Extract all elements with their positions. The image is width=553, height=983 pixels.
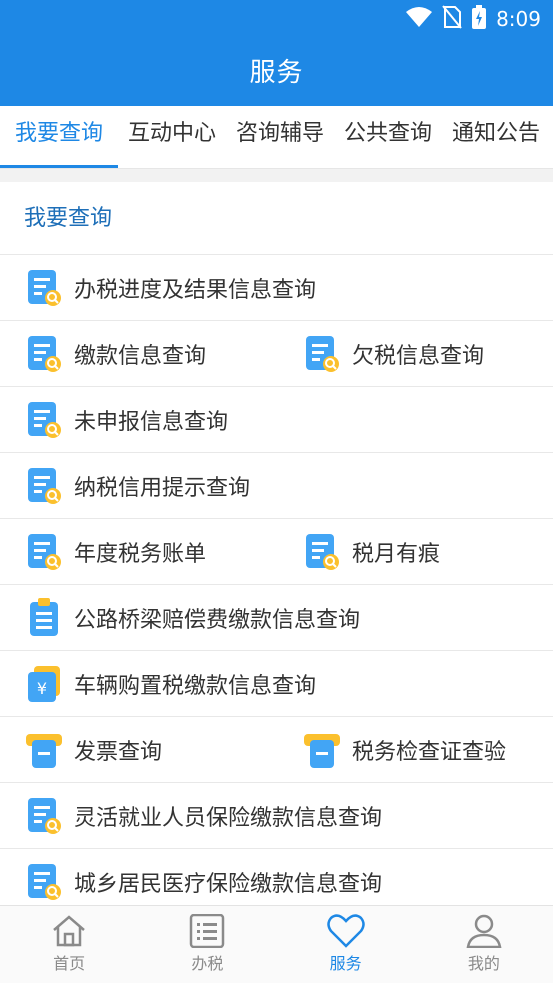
tab-consulting[interactable]: 咨询辅导 [226,106,334,168]
item-annual-tax-bill[interactable]: 年度税务账单 [26,519,206,584]
nav-home[interactable]: 首页 [0,906,138,983]
yuan-card-icon: ¥ [26,664,62,704]
item-label: 税务检查证查验 [352,739,507,765]
nav-tax[interactable]: 办税 [138,906,276,983]
item-label: 年度税务账单 [74,541,207,567]
battery-icon [472,4,487,34]
doc-search-icon [26,334,62,374]
svg-text:¥: ¥ [37,679,47,698]
nav-label: 我的 [467,954,500,973]
item-label: 发票查询 [74,739,163,765]
list-icon [189,914,225,948]
item-label: 车辆购置税缴款信息查询 [74,673,317,699]
doc-search-icon [304,334,340,374]
item-inspection-cert-verify[interactable]: 税务检查证查验 [304,717,506,782]
query-panel: 我要查询 办税进度及结果信息查询 缴款信息查询 欠税信息查询 未申报信息查询 纳… [0,182,553,906]
item-tax-arrears-query[interactable]: 欠税信息查询 [304,321,484,386]
item-label: 公路桥梁赔偿费缴款信息查询 [74,607,361,633]
list-row: 城乡居民医疗保险缴款信息查询 [0,849,553,906]
item-credit-notice-query[interactable]: 纳税信用提示查询 [26,453,250,518]
item-flexible-employment-insurance-query[interactable]: 灵活就业人员保险缴款信息查询 [26,783,382,848]
home-icon [51,914,87,948]
item-label: 纳税信用提示查询 [74,475,251,501]
tab-interaction-center[interactable]: 互动中心 [118,106,226,168]
clock-time: 8:09 [496,7,541,31]
no-sim-icon [442,4,462,34]
list-row: 办税进度及结果信息查询 [0,255,553,321]
doc-search-icon [26,796,62,836]
item-undeclared-query[interactable]: 未申报信息查询 [26,387,228,452]
nav-service[interactable]: 服务 [277,906,415,983]
nav-label: 办税 [191,954,224,973]
page-title: 服务 [249,58,304,88]
list-row: 缴款信息查询 欠税信息查询 [0,321,553,387]
item-monthly-tax-trace[interactable]: 税月有痕 [304,519,440,584]
heart-icon [326,914,365,948]
invoice-icon [26,730,62,770]
item-label: 未申报信息查询 [74,409,229,435]
item-resident-medical-insurance-query[interactable]: 城乡居民医疗保险缴款信息查询 [26,849,382,906]
doc-search-icon [26,862,62,902]
doc-search-icon [26,268,62,308]
user-icon [466,914,502,948]
doc-search-icon [26,466,62,506]
nav-mine[interactable]: 我的 [415,906,553,983]
list-row: 年度税务账单 税月有痕 [0,519,553,585]
list-row: 纳税信用提示查询 [0,453,553,519]
item-road-bridge-compensation-query[interactable]: 公路桥梁赔偿费缴款信息查询 [26,585,360,650]
tab-public-query[interactable]: 公共查询 [334,106,442,168]
list-row: 灵活就业人员保险缴款信息查询 [0,783,553,849]
item-tax-progress-query[interactable]: 办税进度及结果信息查询 [26,255,316,320]
item-vehicle-purchase-tax-query[interactable]: ¥ 车辆购置税缴款信息查询 [26,651,316,716]
status-bar: 8:09 [406,4,541,34]
invoice-icon [304,730,340,770]
list-row: ¥ 车辆购置税缴款信息查询 [0,651,553,717]
wifi-icon [406,6,433,32]
item-payment-info-query[interactable]: 缴款信息查询 [26,321,206,386]
item-label: 欠税信息查询 [352,343,485,369]
bottom-nav: 首页 办税 服务 我的 [0,905,553,983]
list-row: 未申报信息查询 [0,387,553,453]
tab-notices[interactable]: 通知公告 [442,106,550,168]
doc-search-icon [26,400,62,440]
item-invoice-query[interactable]: 发票查询 [26,717,162,782]
item-label: 办税进度及结果信息查询 [74,277,317,303]
doc-search-icon [304,532,340,572]
app-header: 8:09 服务 [0,0,553,106]
nav-label: 服务 [329,954,362,973]
item-label: 缴款信息查询 [74,343,207,369]
doc-search-icon [26,532,62,572]
tab-bar: 我要查询 互动中心 咨询辅导 公共查询 通知公告 [0,106,553,169]
item-label: 灵活就业人员保险缴款信息查询 [74,805,383,831]
list-row: 公路桥梁赔偿费缴款信息查询 [0,585,553,651]
nav-label: 首页 [53,954,86,973]
section-title: 我要查询 [0,182,553,255]
list-row: 发票查询 税务检查证查验 [0,717,553,783]
clipboard-icon [26,597,62,638]
item-label: 税月有痕 [352,541,441,567]
tab-my-query[interactable]: 我要查询 [0,106,118,168]
item-label: 城乡居民医疗保险缴款信息查询 [74,871,383,897]
